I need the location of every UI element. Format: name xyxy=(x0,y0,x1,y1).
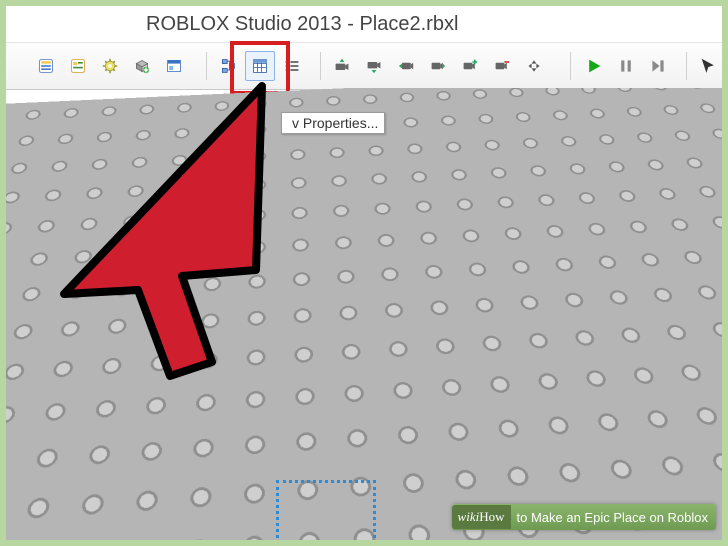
camera-reset-button[interactable] xyxy=(519,51,549,81)
baseplate xyxy=(6,88,722,540)
select-tool-button[interactable] xyxy=(693,51,723,81)
output-button[interactable] xyxy=(277,51,307,81)
camera-pan-left-button[interactable] xyxy=(391,51,421,81)
stud-grid xyxy=(6,88,722,540)
viewport-3d[interactable] xyxy=(6,88,722,540)
output-list-icon xyxy=(284,56,300,76)
explorer-button[interactable] xyxy=(63,51,93,81)
tooltip: v Properties... xyxy=(281,112,385,134)
step-back-button[interactable] xyxy=(643,51,673,81)
camera-tilt-down-button[interactable] xyxy=(359,51,389,81)
wikihow-caption: wikiHow to Make an Epic Place on Roblox xyxy=(452,504,716,530)
camera-zoom-out-icon xyxy=(494,56,510,76)
play-button[interactable] xyxy=(579,51,609,81)
step-back-icon xyxy=(650,56,666,76)
pause-button[interactable] xyxy=(611,51,641,81)
toolbar xyxy=(6,43,722,90)
toolbar-group-play xyxy=(578,49,674,83)
object-browser-icon xyxy=(166,56,182,76)
toolbar-group-view xyxy=(212,49,308,83)
camera-pan-left-icon xyxy=(398,56,414,76)
toolbar-group-panels xyxy=(30,49,190,83)
camera-pan-right-icon xyxy=(430,56,446,76)
explorer-icon xyxy=(70,56,86,76)
diagram-button[interactable] xyxy=(213,51,243,81)
app-window: ROBLOX Studio 2013 - Place2.rbxl xyxy=(0,0,728,546)
wikihow-logo: wikiHow xyxy=(452,505,511,529)
toolbox-button[interactable] xyxy=(31,51,61,81)
insert-part-icon xyxy=(134,56,150,76)
camera-zoom-in-icon xyxy=(462,56,478,76)
camera-zoom-in-button[interactable] xyxy=(455,51,485,81)
settings-button[interactable] xyxy=(95,51,125,81)
camera-tilt-down-icon xyxy=(366,56,382,76)
camera-zoom-out-button[interactable] xyxy=(487,51,517,81)
window-title: ROBLOX Studio 2013 - Place2.rbxl xyxy=(6,6,722,43)
camera-pan-right-button[interactable] xyxy=(423,51,453,81)
camera-tilt-up-button[interactable] xyxy=(327,51,357,81)
play-icon xyxy=(586,56,602,76)
toolbar-group-camera xyxy=(326,49,550,83)
wikihow-caption-text: to Make an Epic Place on Roblox xyxy=(517,510,709,525)
properties-button[interactable] xyxy=(245,51,275,81)
toolbar-group-select xyxy=(692,49,724,83)
insert-part-button[interactable] xyxy=(127,51,157,81)
pause-icon xyxy=(618,56,634,76)
toolbox-icon xyxy=(38,56,54,76)
object-browser-button[interactable] xyxy=(159,51,189,81)
settings-gear-icon xyxy=(102,56,118,76)
diagram-icon xyxy=(220,56,236,76)
properties-grid-icon xyxy=(252,56,268,76)
camera-reset-icon xyxy=(526,56,542,76)
select-cursor-icon xyxy=(700,56,716,76)
camera-tilt-up-icon xyxy=(334,56,350,76)
